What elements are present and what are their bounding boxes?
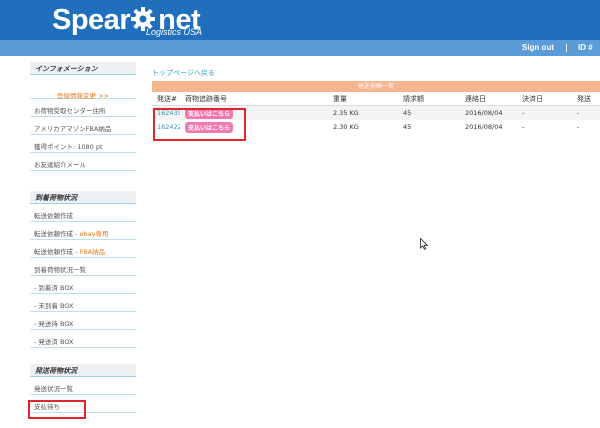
sidebar-heading-arrival: 到着荷物状況 — [30, 191, 136, 204]
site-header: Spear net Logistics USA — [0, 0, 600, 40]
col-header-ship: 発送 — [572, 93, 600, 106]
sidebar-item-arrival-list[interactable]: 到着荷物状況一覧 — [30, 258, 136, 276]
sidebar-item-referral-mail[interactable]: お友達紹介メール — [30, 153, 136, 171]
highlight-awaiting-payment — [28, 400, 86, 419]
sidebar-item-arrived-box[interactable]: - 到着済 BOX — [30, 276, 136, 294]
top-nav-bar: Sign out | ID # — [0, 40, 600, 56]
sidebar-item-shipping-list[interactable]: 発送状況一覧 — [30, 377, 136, 395]
sidebar-item-points[interactable]: 獲得ポイント: 1080 pt — [30, 135, 136, 153]
sidebar-heading-info: インフォメーション — [30, 62, 136, 75]
logo-text-spear: Spear — [52, 4, 131, 36]
mouse-cursor-icon — [420, 238, 428, 250]
payment-date-cell: - — [517, 105, 572, 120]
sidebar-item-label: - 未到着 BOX — [34, 302, 74, 310]
ship-cell: - — [577, 123, 580, 131]
nav-separator: | — [565, 43, 568, 52]
sidebar-item-awaiting-ship-box[interactable]: - 発送待 BOX — [30, 312, 136, 330]
weight-cell: 2.35 KG — [328, 105, 398, 120]
contact-date-cell: 2016/08/04 — [465, 123, 503, 131]
sidebar-item-receiving-address[interactable]: お荷物受取センター住所 — [30, 99, 136, 117]
sidebar-item-shipped-box[interactable]: - 発送済 BOX — [30, 330, 136, 348]
col-header-contact-date: 連絡日 — [460, 93, 517, 106]
sidebar-item-amazon-fba[interactable]: アメリカアマゾンFBA納品 — [30, 117, 136, 135]
sidebar-heading-shipping: 発送荷物状況 — [30, 364, 136, 377]
col-header-shipment-no: 発送# — [152, 93, 180, 106]
sidebar-item-label: - 発送待 BOX — [34, 320, 74, 328]
col-header-tracking: 荷物追跡番号 — [180, 93, 328, 106]
sidebar-item-create-forward-ebay[interactable]: 転送依頼作成 - ebay専用 — [30, 222, 136, 240]
sidebar-item-accent: FBA納品 — [79, 248, 106, 256]
sidebar-item-label: 到着荷物状況一覧 — [34, 266, 86, 274]
col-header-payment-date: 決済日 — [517, 93, 572, 106]
table-title: 発送依頼一覧 — [152, 81, 600, 92]
logo-subtitle: Logistics USA — [146, 27, 203, 37]
back-to-top-link[interactable]: トップページへ戻る — [152, 68, 215, 78]
sidebar-item-not-arrived-box[interactable]: - 未到着 BOX — [30, 294, 136, 312]
sidebar: インフォメーション 登録情報変更 >> お荷物受取センター住所 アメリカアマゾン… — [30, 62, 136, 413]
user-id-label: ID # — [578, 43, 593, 52]
sign-out-link[interactable]: Sign out — [522, 43, 554, 52]
sidebar-item-label: - 発送済 BOX — [34, 338, 74, 346]
sidebar-item-label: 転送依頼作成 - — [34, 248, 80, 256]
sidebar-item-label: 転送依頼作成 - — [34, 230, 80, 238]
col-header-amount: 請求額 — [398, 93, 460, 106]
table-header-row: 発送# 荷物追跡番号 重量 請求額 連絡日 決済日 発送 — [152, 93, 600, 106]
amount-cell: 45 — [398, 105, 460, 120]
sidebar-item-create-forward-fba[interactable]: 転送依頼作成 - FBA納品 — [30, 240, 136, 258]
sidebar-item-accent: ebay専用 — [79, 230, 109, 238]
contact-date-cell: 2016/08/04 — [460, 105, 517, 120]
ship-cell: - — [572, 105, 600, 120]
amount-cell: 45 — [403, 123, 412, 131]
payment-date-cell: - — [522, 123, 525, 131]
col-header-weight: 重量 — [328, 93, 398, 106]
sidebar-item-label: 転送依頼作成 — [34, 212, 73, 220]
weight-cell: 2.30 KG — [333, 123, 359, 131]
highlight-pay-rows — [153, 108, 246, 141]
sidebar-item-edit-profile[interactable]: 登録情報変更 >> — [30, 82, 136, 100]
sidebar-item-create-forward[interactable]: 転送依頼作成 — [30, 204, 136, 222]
sidebar-item-label: - 到着済 BOX — [34, 284, 74, 292]
